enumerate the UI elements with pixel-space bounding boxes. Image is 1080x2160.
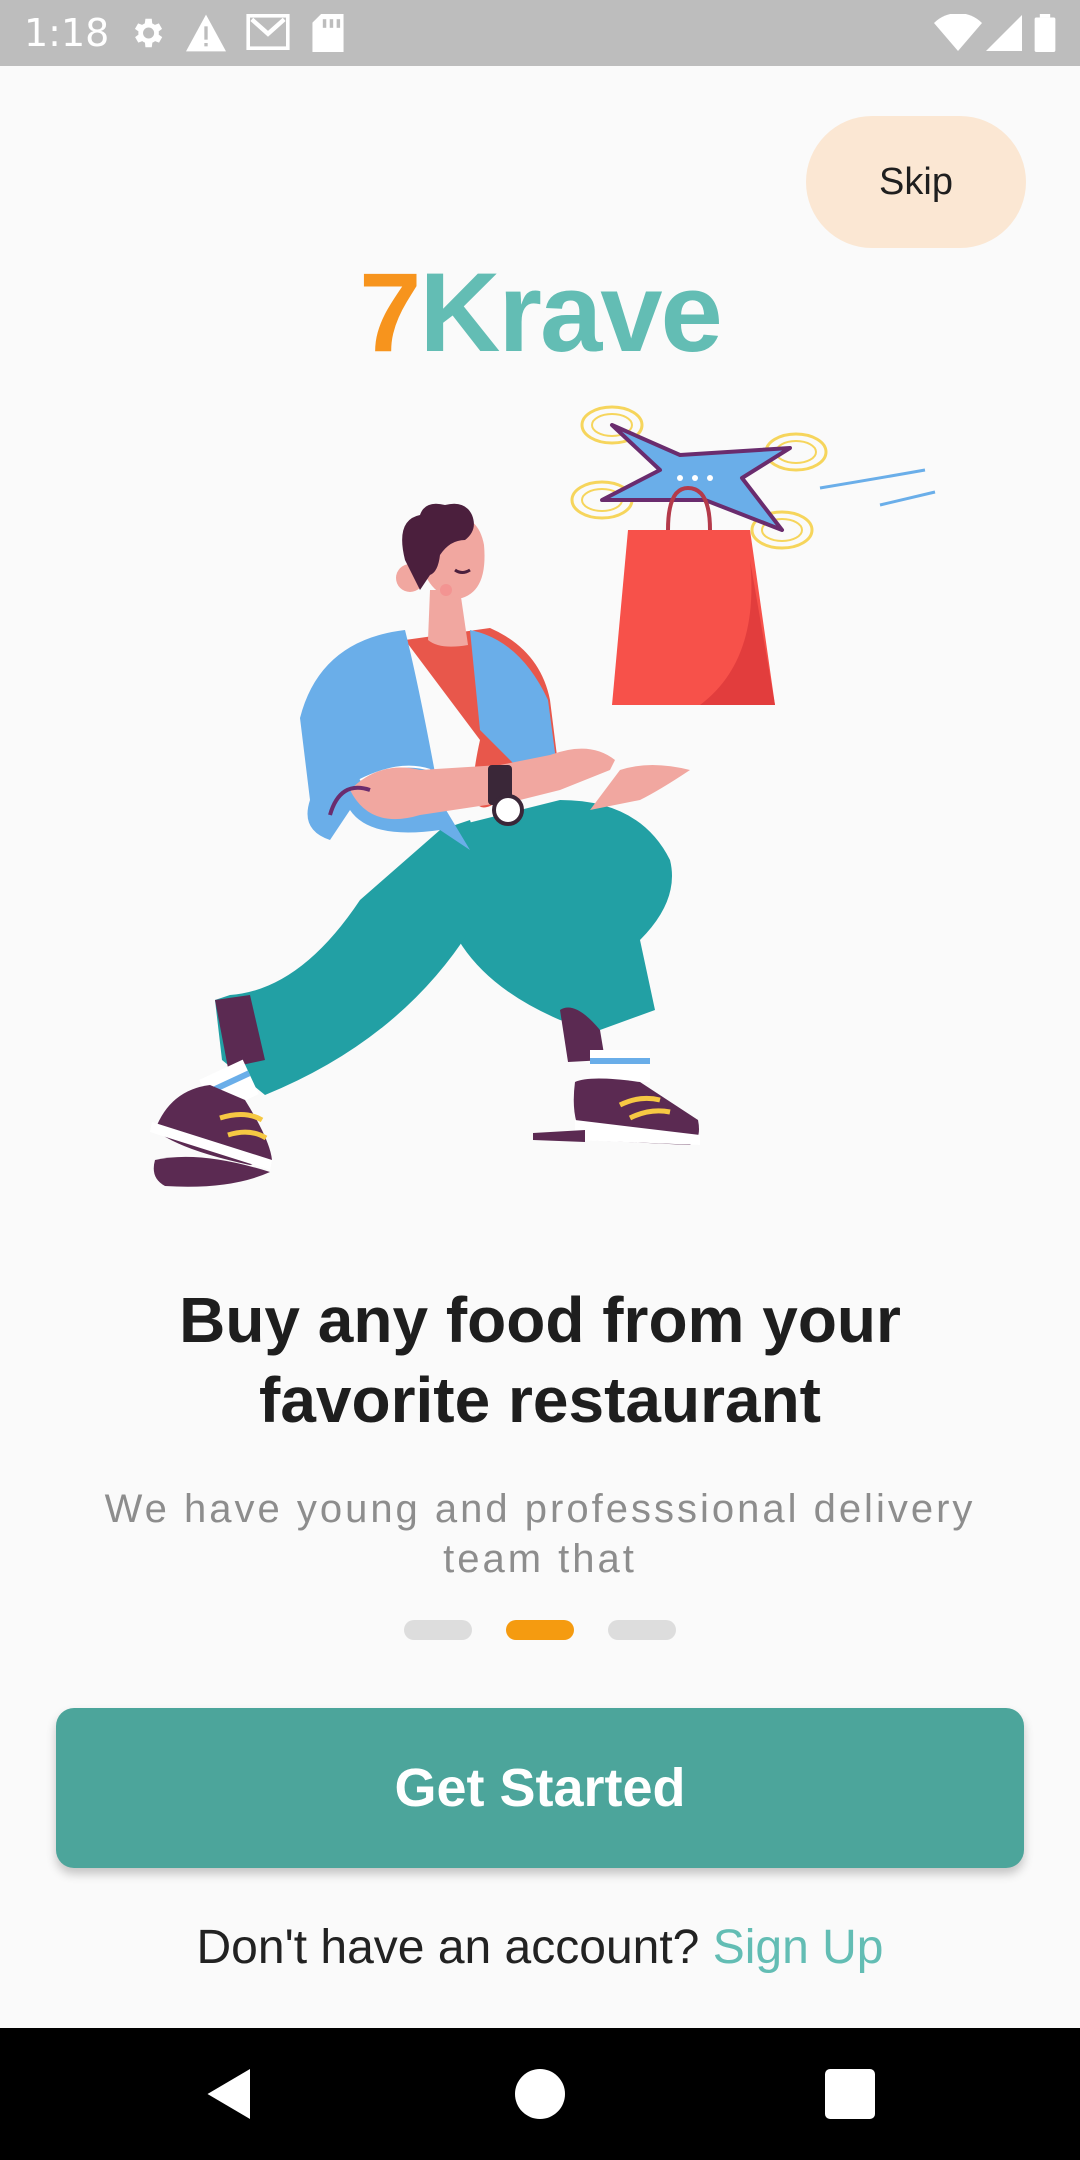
skip-button[interactable]: Skip: [806, 116, 1026, 248]
status-time: 1:18: [24, 11, 110, 55]
sd-card-icon: [312, 14, 344, 52]
delivery-illustration: [150, 405, 936, 1187]
gmail-icon: [246, 14, 290, 50]
onboarding-title: Buy any food from your favorite restaura…: [179, 1284, 901, 1436]
battery-icon: [1034, 14, 1056, 52]
drone: [570, 405, 936, 550]
onboarding-subtitle: We have young and professsional delivery…: [104, 1487, 976, 1581]
recents-icon[interactable]: [820, 2064, 880, 2124]
page-dot-active: [506, 1620, 574, 1640]
onboarding-screen: 1:18 Skip 7Krave Buy any food from your …: [0, 0, 1080, 2160]
page-dot: [608, 1620, 676, 1640]
logo-number: 7: [359, 250, 421, 375]
signal-icon: [986, 15, 1022, 51]
get-started-button[interactable]: Get Started: [56, 1708, 1024, 1868]
status-bar: 1:18: [0, 0, 1080, 66]
wifi-icon: [934, 14, 982, 51]
back-icon[interactable]: [200, 2064, 260, 2124]
app-logo: 7Krave: [0, 248, 1080, 378]
home-icon[interactable]: [510, 2064, 570, 2124]
logo-word: Krave: [419, 250, 722, 375]
page-dot: [404, 1620, 472, 1640]
shopping-bag: [612, 485, 775, 705]
page-indicator: [0, 1620, 1080, 1640]
warning-icon: [186, 14, 226, 52]
signup-link[interactable]: Sign Up: [713, 1921, 884, 1974]
signup-row: Don't have an account? Sign Up: [0, 1918, 1080, 1978]
navigation-bar: [0, 2028, 1080, 2160]
delivery-person: [150, 503, 700, 1187]
settings-icon: [134, 18, 163, 48]
signup-prompt: Don't have an account?: [196, 1921, 700, 1974]
